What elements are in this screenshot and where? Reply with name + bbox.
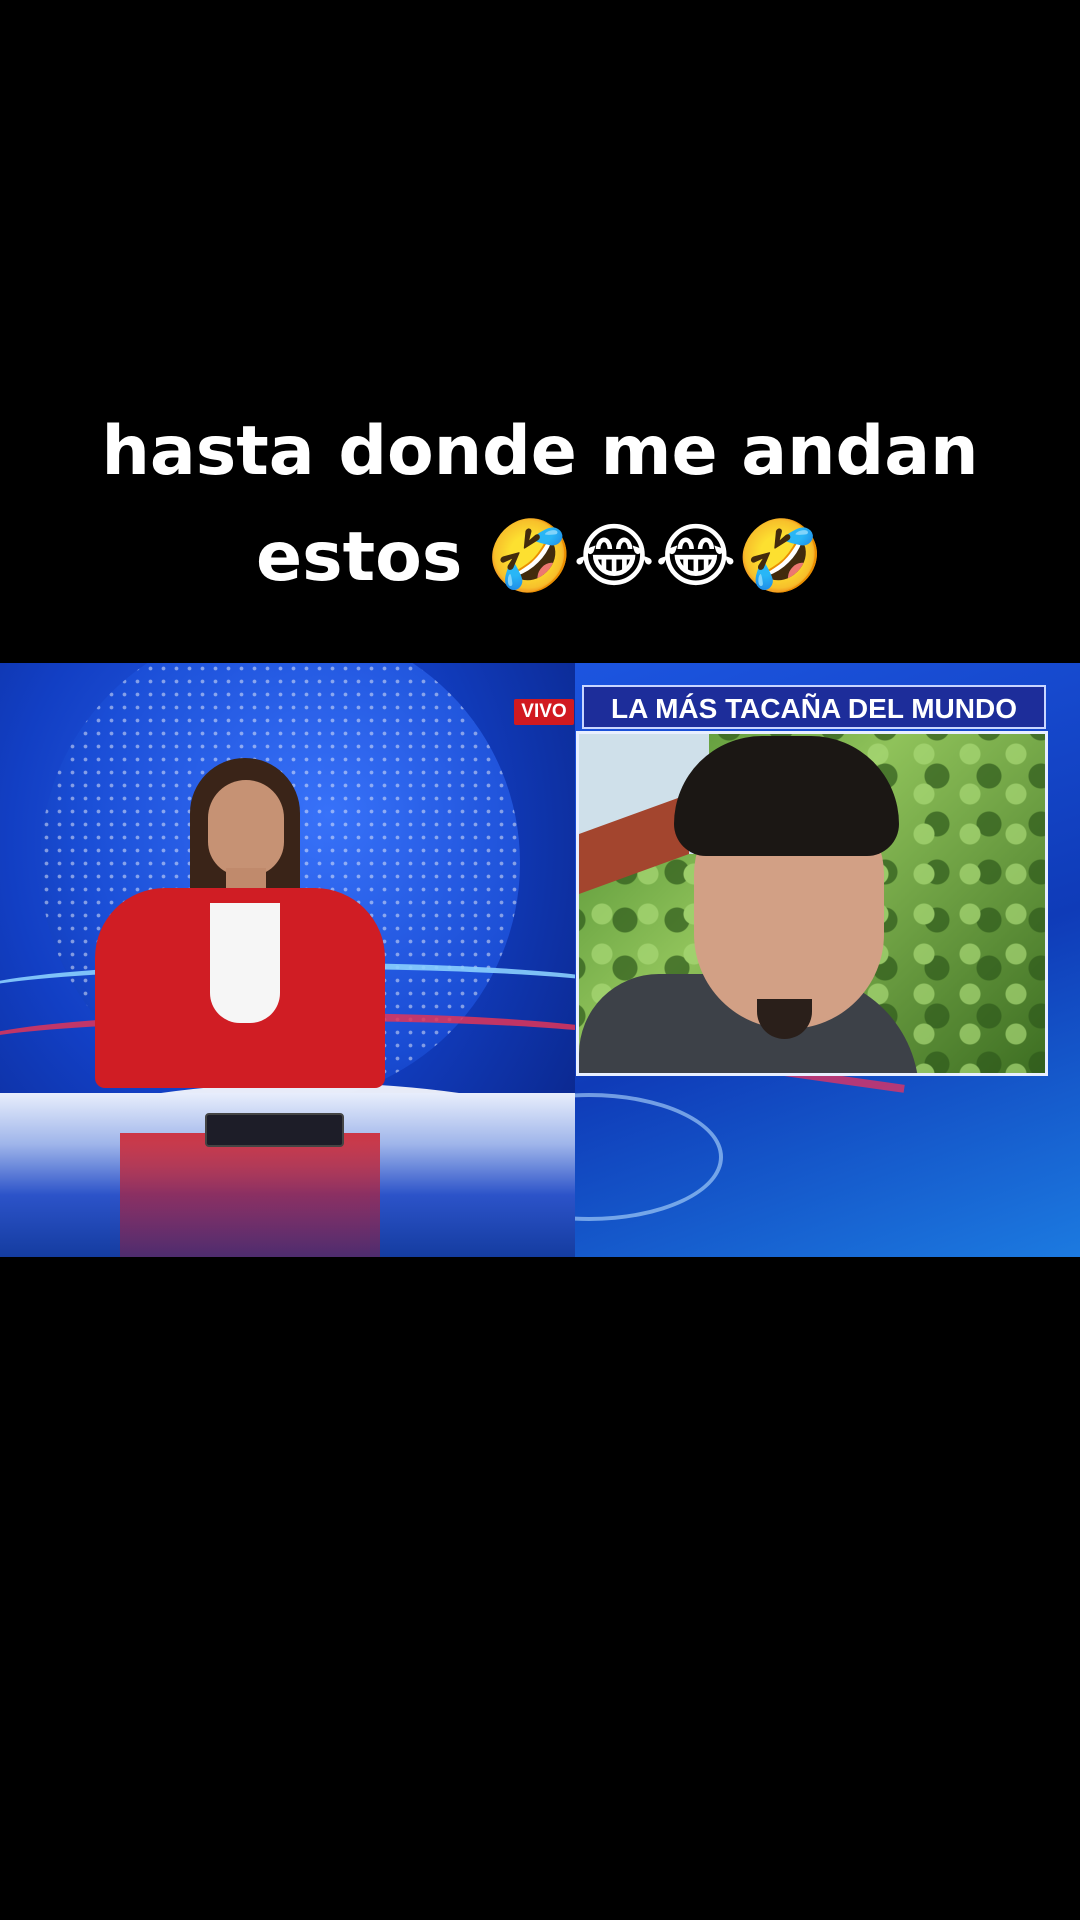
live-badge: VIVO	[514, 699, 574, 725]
man-hair	[674, 736, 899, 856]
headline-banner: LA MÁS TACAÑA DEL MUNDO	[582, 685, 1046, 729]
caption-line-2: estos 🤣😂😂🤣	[0, 504, 1080, 610]
laughing-emoji-icons: 🤣😂😂🤣	[486, 515, 824, 597]
video-frame[interactable]: VIVO LA MÁS TACAÑA DEL MUNDO	[0, 663, 1080, 1257]
anchor-face	[208, 780, 284, 876]
news-studio-scene	[0, 663, 575, 1257]
desk-reflection	[120, 1133, 380, 1257]
caption-line-2-text: estos	[256, 518, 463, 597]
light-ring	[575, 1093, 723, 1221]
video-caption: hasta donde me andan estos 🤣😂😂🤣	[0, 400, 1080, 610]
anchor-white-blouse	[210, 903, 280, 1023]
caption-line-1: hasta donde me andan	[101, 412, 979, 491]
tablet-device	[205, 1113, 344, 1147]
story-photo	[576, 731, 1048, 1076]
